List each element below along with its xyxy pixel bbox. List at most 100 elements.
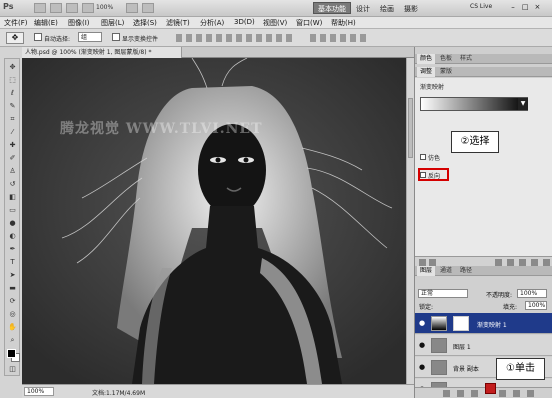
fill-field[interactable]: 100%: [525, 301, 547, 310]
tab-adjustments[interactable]: 调整: [417, 67, 436, 77]
delete-layer-icon[interactable]: [527, 390, 534, 397]
eraser-tool-icon[interactable]: ◧: [7, 193, 18, 202]
layer-style-icon[interactable]: [457, 390, 464, 397]
adjustment-title: 渐变映射: [420, 84, 445, 91]
tab-layers[interactable]: 图层: [417, 266, 436, 276]
menu-window[interactable]: 窗口(W): [296, 18, 322, 28]
quick-mask-icon[interactable]: ◫: [7, 365, 18, 374]
hand-tool-button[interactable]: [82, 3, 94, 13]
document-size-info[interactable]: 文档:1.17M/4.69M: [92, 388, 145, 397]
menu-help[interactable]: 帮助(H): [331, 18, 356, 28]
tab-masks[interactable]: 蒙版: [437, 67, 455, 77]
new-group-icon[interactable]: [499, 390, 506, 397]
mini-bridge-button[interactable]: [50, 3, 62, 13]
auto-select-checkbox[interactable]: [34, 33, 42, 41]
bridge-button[interactable]: [34, 3, 46, 13]
eye-icon[interactable]: ●: [418, 319, 426, 327]
lasso-tool-icon[interactable]: ℓ: [7, 89, 18, 98]
menu-bar: 文件(F) 编辑(E) 图像(I) 图层(L) 选择(S) 滤镜(T) 分析(A…: [0, 17, 552, 29]
menu-image[interactable]: 图像(I): [68, 18, 90, 28]
history-brush-tool-icon[interactable]: ↺: [7, 180, 18, 189]
gradient-picker[interactable]: [420, 97, 528, 111]
zoom-level-dropdown[interactable]: 100%: [96, 4, 113, 11]
clip-layer-icon[interactable]: [495, 259, 502, 266]
type-tool-icon[interactable]: T: [7, 258, 18, 267]
3d-mode-icons[interactable]: [310, 34, 370, 42]
crop-tool-icon[interactable]: ⌗: [7, 115, 18, 124]
menu-select[interactable]: 选择(S): [133, 18, 157, 28]
delete-adjustment-icon[interactable]: [543, 259, 550, 266]
hand-tool-icon[interactable]: ✋: [7, 323, 18, 332]
pen-tool-icon[interactable]: ✒: [7, 245, 18, 254]
minimize-icon[interactable]: –: [508, 3, 518, 11]
menu-layer[interactable]: 图层(L): [101, 18, 124, 28]
window-controls: – □ ×: [508, 3, 542, 11]
menu-view[interactable]: 视图(V): [263, 18, 287, 28]
move-tool-icon[interactable]: ✥: [7, 63, 18, 72]
tab-styles[interactable]: 样式: [457, 54, 475, 64]
opacity-field[interactable]: 100%: [517, 289, 547, 298]
close-icon[interactable]: ×: [532, 3, 542, 11]
scrollbar-thumb[interactable]: [408, 98, 413, 158]
quick-select-tool-icon[interactable]: ✎: [7, 102, 18, 111]
tab-channels[interactable]: 通道: [437, 266, 455, 276]
dodge-tool-icon[interactable]: ◐: [7, 232, 18, 241]
reset-icon[interactable]: [531, 259, 538, 266]
layer-row-gradient-map[interactable]: ● 渐变映射 1: [415, 313, 552, 334]
workspace-essentials-button[interactable]: 基本功能: [313, 2, 351, 14]
tab-color[interactable]: 颜色: [417, 54, 436, 64]
zoom-tool-icon[interactable]: ⌕: [7, 336, 18, 345]
foreground-color-swatch[interactable]: [7, 349, 16, 358]
back-arrow-icon[interactable]: [419, 259, 426, 266]
gradient-tool-icon[interactable]: ▭: [7, 206, 18, 215]
arrange-documents-button[interactable]: [126, 3, 138, 13]
view-extras-button[interactable]: [66, 3, 78, 13]
link-layers-icon[interactable]: [443, 390, 450, 397]
image-canvas[interactable]: 腾龙视觉 WWW.TLVI.NET: [22, 58, 406, 384]
menu-edit[interactable]: 编辑(E): [34, 18, 58, 28]
eye-icon[interactable]: ●: [418, 341, 426, 349]
photoshop-logo: Ps: [3, 2, 14, 11]
zoom-status-field[interactable]: 100%: [24, 387, 54, 396]
healing-brush-tool-icon[interactable]: ✚: [7, 141, 18, 150]
previous-state-icon[interactable]: [519, 259, 526, 266]
screen-mode-button[interactable]: [142, 3, 154, 13]
clone-stamp-tool-icon[interactable]: ♙: [7, 167, 18, 176]
gradient-dropdown-arrow-icon[interactable]: ▼: [518, 98, 528, 110]
vertical-scrollbar[interactable]: [406, 58, 414, 384]
show-transform-checkbox[interactable]: [112, 33, 120, 41]
dither-checkbox[interactable]: [420, 154, 426, 160]
eye-icon[interactable]: ●: [418, 363, 426, 371]
eyedropper-tool-icon[interactable]: ⁄: [7, 128, 18, 137]
tab-paths[interactable]: 路径: [457, 266, 475, 276]
blend-mode-dropdown[interactable]: 正常: [418, 289, 468, 298]
auto-select-dropdown[interactable]: 组: [78, 32, 102, 42]
shape-tool-icon[interactable]: ▬: [7, 284, 18, 293]
marquee-tool-icon[interactable]: ⬚: [7, 76, 18, 85]
3d-rotate-tool-icon[interactable]: ⟳: [7, 297, 18, 306]
blur-tool-icon[interactable]: ●: [7, 219, 18, 228]
menu-file[interactable]: 文件(F): [4, 18, 28, 28]
maximize-icon[interactable]: □: [520, 3, 530, 11]
cs-live-button[interactable]: CS Live: [470, 3, 492, 10]
tab-swatches[interactable]: 色板: [437, 54, 455, 64]
document-tab[interactable]: 人物.psd @ 100% (渐变映射 1, 图层蒙版/8) *: [22, 47, 182, 58]
visibility-toggle-icon[interactable]: [507, 259, 514, 266]
workspace-design-link[interactable]: 设计: [356, 4, 370, 14]
menu-analysis[interactable]: 分析(A): [200, 18, 224, 28]
align-distribute-icons[interactable]: [176, 34, 296, 42]
layer-row-layer1[interactable]: ● 图层 1: [415, 335, 552, 356]
workspace-photography-link[interactable]: 摄影: [404, 4, 418, 14]
layer-mask-thumbnail[interactable]: [453, 316, 469, 331]
new-layer-icon[interactable]: [513, 390, 520, 397]
menu-filter[interactable]: 滤镜(T): [166, 18, 190, 28]
expand-view-icon[interactable]: [429, 259, 436, 266]
move-tool-preset-icon[interactable]: ✥: [6, 32, 24, 44]
path-select-tool-icon[interactable]: ➤: [7, 271, 18, 280]
add-mask-icon[interactable]: [471, 390, 478, 397]
workspace-painting-link[interactable]: 绘画: [380, 4, 394, 14]
brush-tool-icon[interactable]: ✐: [7, 154, 18, 163]
menu-3d[interactable]: 3D(D): [234, 18, 255, 26]
new-adjustment-layer-icon[interactable]: [485, 383, 496, 394]
3d-orbit-tool-icon[interactable]: ◎: [7, 310, 18, 319]
